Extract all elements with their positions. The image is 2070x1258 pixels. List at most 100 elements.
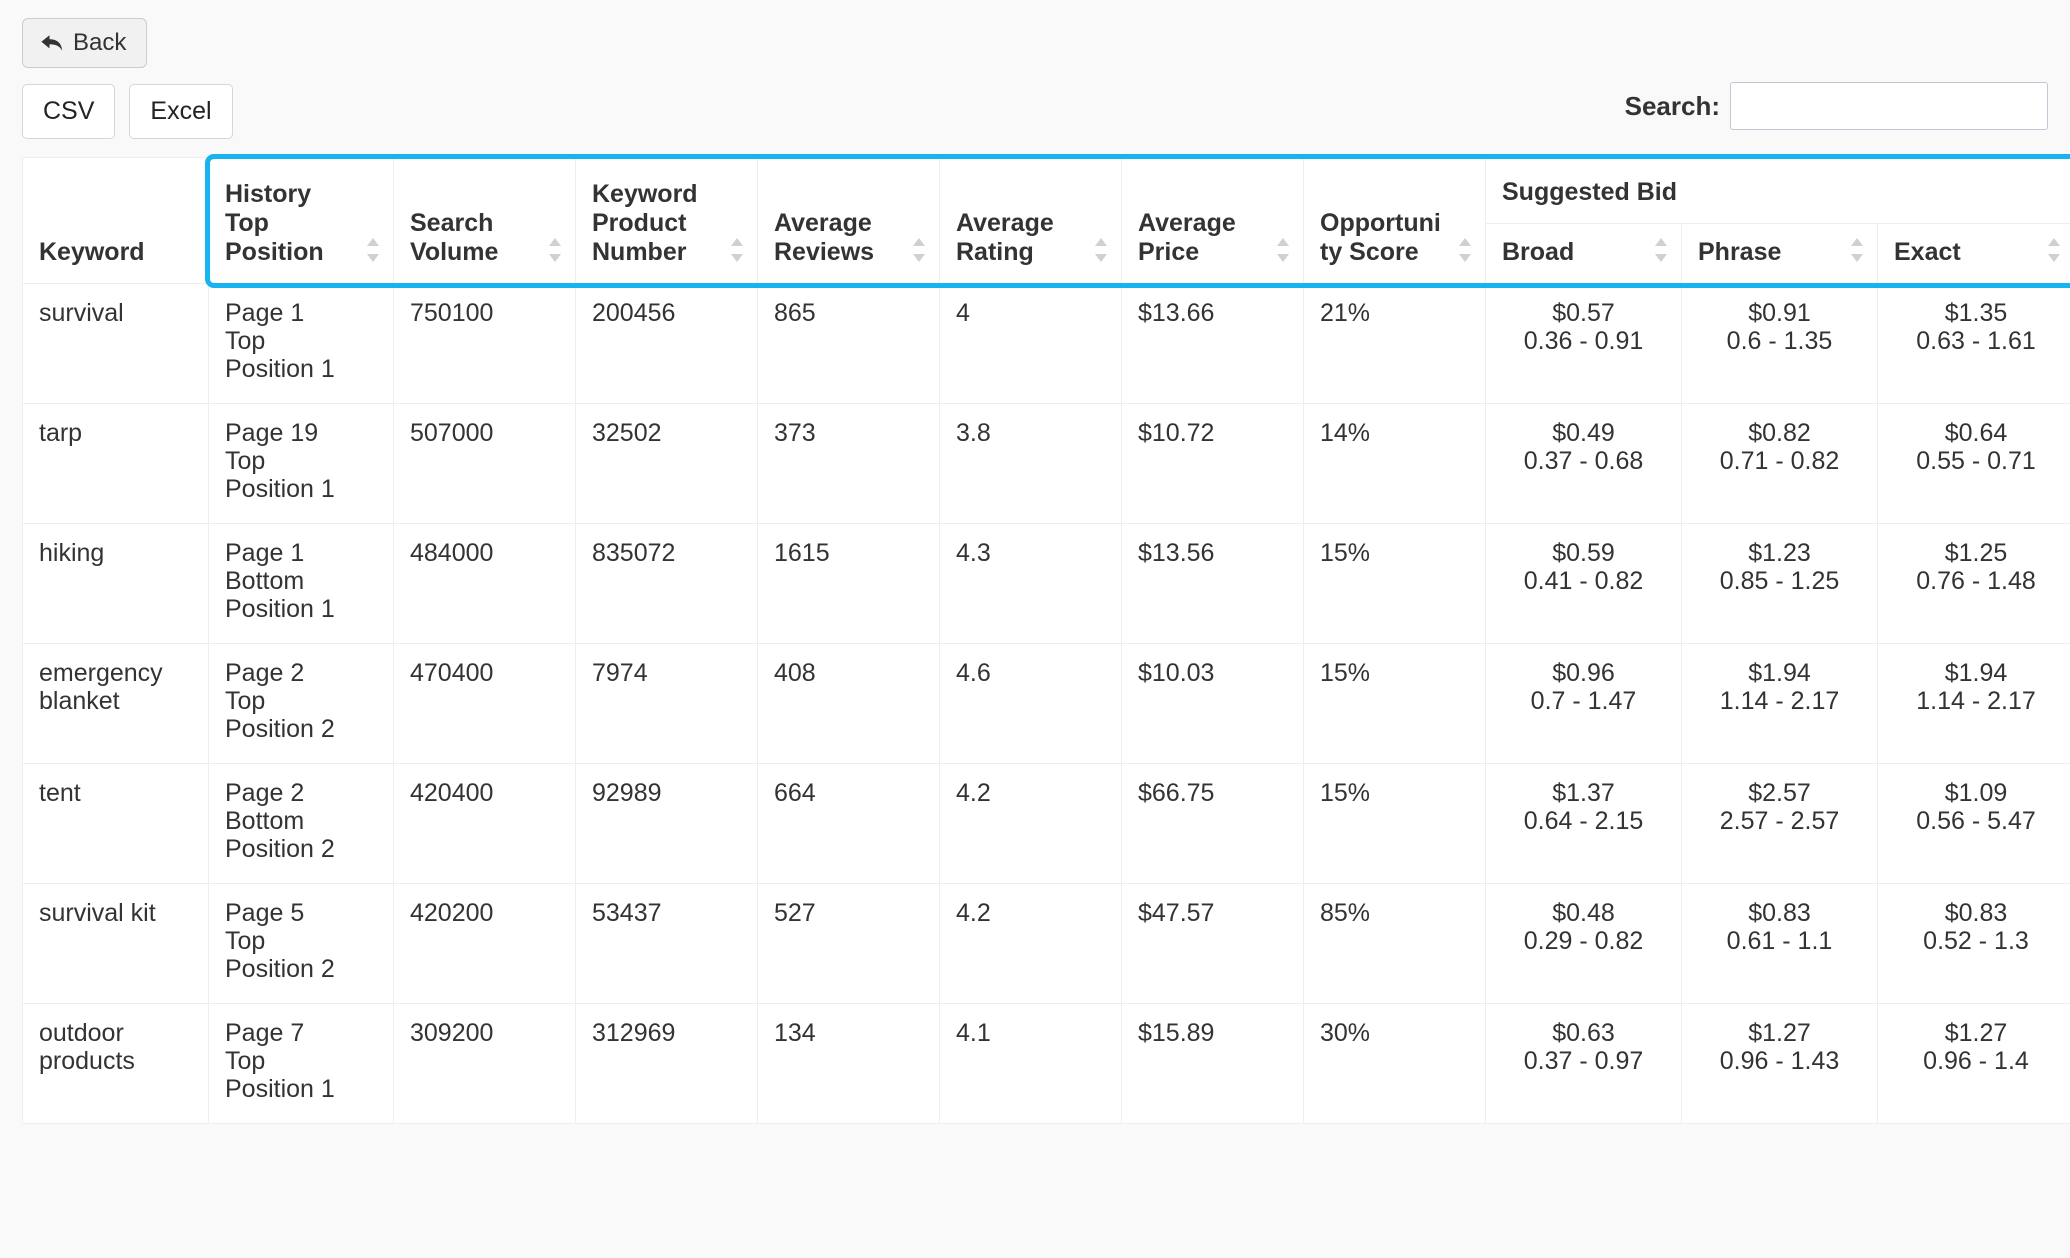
sort-icon[interactable]: [547, 237, 563, 263]
sort-icon[interactable]: [1275, 237, 1291, 263]
column-header-average-rating[interactable]: Average Rating: [939, 157, 1122, 285]
export-row: CSV Excel Search:: [0, 68, 2070, 140]
cell-search-volume: 507000: [393, 403, 576, 525]
cell-keyword-product-number: 53437: [575, 883, 758, 1005]
cell-average-reviews: 527: [757, 883, 940, 1005]
cell-opportunity-score: 15%: [1303, 523, 1486, 645]
column-header-keyword-product-number-label: Keyword Product Number: [592, 180, 698, 267]
column-header-bid-broad-label: Broad: [1502, 238, 1575, 267]
back-button[interactable]: Back: [22, 18, 148, 69]
cell-average-reviews: 1615: [757, 523, 940, 645]
cell-bid-phrase: $0.83 0.61 - 1.1: [1681, 883, 1878, 1005]
cell-search-volume: 309200: [393, 1003, 576, 1125]
search-input[interactable]: [1730, 82, 2048, 131]
search-area: Search:: [1624, 82, 2048, 131]
sort-icon[interactable]: [365, 237, 381, 263]
excel-export-button[interactable]: Excel: [129, 84, 233, 140]
cell-average-reviews: 134: [757, 1003, 940, 1125]
cell-opportunity-score: 15%: [1303, 763, 1486, 885]
cell-average-rating: 4.3: [939, 523, 1122, 645]
cell-opportunity-score: 14%: [1303, 403, 1486, 525]
cell-search-volume: 420200: [393, 883, 576, 1005]
cell-bid-phrase: $1.94 1.14 - 2.17: [1681, 643, 1878, 765]
column-header-bid-broad[interactable]: Broad: [1485, 223, 1682, 285]
cell-history-top-position: Page 1 Bottom Position 1: [208, 523, 394, 645]
table-row[interactable]: tarp Page 19 Top Position 1 507000 32502 373 3.…: [22, 403, 2070, 525]
cell-history-top-position: Page 5 Top Position 2: [208, 883, 394, 1005]
table-row[interactable]: tent Page 2 Bottom Position 2 420400 92989 664…: [22, 763, 2070, 885]
column-header-keyword-product-number[interactable]: Keyword Product Number: [575, 157, 758, 285]
cell-average-price: $13.66: [1121, 283, 1304, 405]
column-header-average-reviews[interactable]: Average Reviews: [757, 157, 940, 285]
cell-opportunity-score: 30%: [1303, 1003, 1486, 1125]
table-row[interactable]: outdoor products Page 7 Top Position 1 30920…: [22, 1003, 2070, 1125]
cell-keyword: outdoor products: [22, 1003, 209, 1125]
column-group-header-suggested-bid: Suggested Bid: [1485, 157, 2070, 225]
keyword-table-container: Keyword History Top Position Search Volume: [0, 153, 2070, 1125]
cell-history-top-position: Page 7 Top Position 1: [208, 1003, 394, 1125]
column-header-history-top-position-label: History Top Position: [225, 180, 324, 267]
toolbar: Back: [0, 0, 2070, 69]
sort-icon[interactable]: [1653, 237, 1669, 263]
sort-icon[interactable]: [729, 237, 745, 263]
table-row[interactable]: emergency blanket Page 2 Top Position 2 4704…: [22, 643, 2070, 765]
search-label: Search:: [1624, 90, 1720, 121]
cell-search-volume: 484000: [393, 523, 576, 645]
cell-keyword: emergency blanket: [22, 643, 209, 765]
cell-average-reviews: 373: [757, 403, 940, 525]
back-button-label: Back: [73, 29, 127, 56]
column-header-average-price[interactable]: Average Price: [1121, 157, 1304, 285]
cell-bid-broad: $0.63 0.37 - 0.97: [1485, 1003, 1682, 1125]
cell-average-reviews: 865: [757, 283, 940, 405]
column-header-opportunity-score[interactable]: Opportuni ty Score: [1303, 157, 1486, 285]
cell-search-volume: 750100: [393, 283, 576, 405]
cell-average-price: $10.72: [1121, 403, 1304, 525]
table-head: Keyword History Top Position Search Volume: [22, 157, 2070, 285]
column-header-search-volume[interactable]: Search Volume: [393, 157, 576, 285]
cell-average-price: $15.89: [1121, 1003, 1304, 1125]
cell-search-volume: 420400: [393, 763, 576, 885]
cell-bid-phrase: $1.23 0.85 - 1.25: [1681, 523, 1878, 645]
cell-average-price: $47.57: [1121, 883, 1304, 1005]
cell-opportunity-score: 15%: [1303, 643, 1486, 765]
cell-bid-broad: $0.59 0.41 - 0.82: [1485, 523, 1682, 645]
column-header-bid-phrase[interactable]: Phrase: [1681, 223, 1878, 285]
cell-keyword: tent: [22, 763, 209, 885]
cell-average-rating: 4.2: [939, 763, 1122, 885]
cell-search-volume: 470400: [393, 643, 576, 765]
cell-history-top-position: Page 2 Bottom Position 2: [208, 763, 394, 885]
cell-history-top-position: Page 2 Top Position 2: [208, 643, 394, 765]
cell-history-top-position: Page 1 Top Position 1: [208, 283, 394, 405]
cell-bid-phrase: $0.91 0.6 - 1.35: [1681, 283, 1878, 405]
column-header-bid-phrase-label: Phrase: [1698, 238, 1782, 267]
cell-keyword: survival kit: [22, 883, 209, 1005]
cell-average-reviews: 664: [757, 763, 940, 885]
keyword-table: Keyword History Top Position Search Volume: [22, 157, 2070, 1125]
cell-bid-broad: $0.48 0.29 - 0.82: [1485, 883, 1682, 1005]
table-row[interactable]: survival kit Page 5 Top Position 2 420200 534…: [22, 883, 2070, 1005]
sort-icon[interactable]: [1457, 237, 1473, 263]
column-group-header-suggested-bid-label: Suggested Bid: [1502, 178, 1678, 207]
cell-history-top-position: Page 19 Top Position 1: [208, 403, 394, 525]
table-body: survival Page 1 Top Position 1 750100 200456 8…: [22, 283, 2070, 1125]
column-header-bid-exact[interactable]: Exact: [1877, 223, 2070, 285]
sort-icon[interactable]: [911, 237, 927, 263]
column-header-average-reviews-label: Average Reviews: [774, 209, 875, 267]
column-header-keyword[interactable]: Keyword: [22, 157, 209, 285]
table-row[interactable]: survival Page 1 Top Position 1 750100 200456 8…: [22, 283, 2070, 405]
cell-bid-exact: $1.94 1.14 - 2.17: [1877, 643, 2070, 765]
table-row[interactable]: hiking Page 1 Bottom Position 1 484000 835072…: [22, 523, 2070, 645]
cell-bid-broad: $0.49 0.37 - 0.68: [1485, 403, 1682, 525]
column-header-history-top-position[interactable]: History Top Position: [208, 157, 394, 285]
csv-export-button[interactable]: CSV: [22, 84, 116, 140]
sort-icon[interactable]: [2046, 237, 2062, 263]
cell-keyword-product-number: 835072: [575, 523, 758, 645]
cell-average-price: $13.56: [1121, 523, 1304, 645]
sort-icon[interactable]: [1849, 237, 1865, 263]
cell-bid-exact: $1.25 0.76 - 1.48: [1877, 523, 2070, 645]
column-header-search-volume-label: Search Volume: [410, 209, 499, 267]
sort-icon[interactable]: [1093, 237, 1109, 263]
cell-opportunity-score: 21%: [1303, 283, 1486, 405]
cell-average-price: $66.75: [1121, 763, 1304, 885]
column-header-opportunity-score-label: Opportuni ty Score: [1320, 209, 1441, 267]
